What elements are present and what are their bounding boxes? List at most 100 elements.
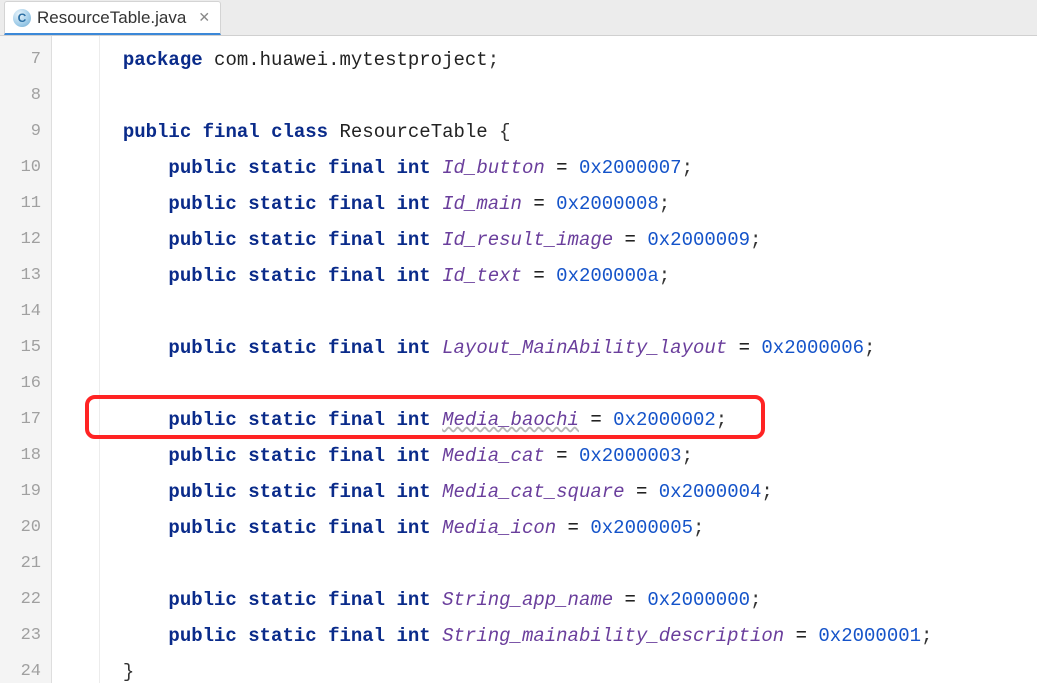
keyword-token: int bbox=[397, 445, 431, 467]
code-line[interactable]: public static final int String_mainabili… bbox=[100, 618, 1037, 654]
class-name: ResourceTable bbox=[339, 121, 499, 143]
punctuation: ; bbox=[761, 481, 772, 503]
line-number-gutter: 789101112131415161718192021222324 bbox=[0, 36, 52, 683]
code-line[interactable]: public static final int Id_text = 0x2000… bbox=[100, 258, 1037, 294]
keyword-token: static bbox=[248, 517, 316, 539]
keyword-token: final bbox=[328, 409, 385, 431]
code-area[interactable]: package com.huawei.mytestproject; public… bbox=[100, 36, 1037, 683]
line-number: 7 bbox=[0, 42, 51, 78]
line-number: 24 bbox=[0, 654, 51, 683]
keyword-token: int bbox=[397, 337, 431, 359]
hex-literal: 0x2000004 bbox=[659, 481, 762, 503]
line-number: 21 bbox=[0, 546, 51, 582]
code-editor[interactable]: 789101112131415161718192021222324 packag… bbox=[0, 36, 1037, 683]
close-icon[interactable]: ✕ bbox=[198, 9, 210, 26]
keyword-token: public bbox=[168, 625, 236, 647]
tab-bar: C ResourceTable.java ✕ bbox=[0, 0, 1037, 36]
keyword-token: public bbox=[168, 409, 236, 431]
line-number: 22 bbox=[0, 582, 51, 618]
code-line[interactable]: public static final int Layout_MainAbili… bbox=[100, 330, 1037, 366]
field-name: Id_result_image bbox=[442, 229, 613, 251]
field-name: Id_text bbox=[442, 265, 522, 287]
keyword-token: static bbox=[248, 157, 316, 179]
code-line[interactable] bbox=[100, 78, 1037, 114]
code-line[interactable]: public static final int Id_result_image … bbox=[100, 222, 1037, 258]
keyword-token: int bbox=[397, 481, 431, 503]
field-name: Media_icon bbox=[442, 517, 556, 539]
punctuation: ; bbox=[682, 445, 693, 467]
keyword-token: static bbox=[248, 337, 316, 359]
keyword-token: final bbox=[328, 265, 385, 287]
code-line[interactable] bbox=[100, 546, 1037, 582]
punctuation: { bbox=[499, 121, 510, 143]
hex-literal: 0x2000001 bbox=[818, 625, 921, 647]
field-name: String_mainability_description bbox=[442, 625, 784, 647]
keyword-token: static bbox=[248, 409, 316, 431]
keyword-token: final bbox=[328, 481, 385, 503]
keyword-token: public bbox=[168, 445, 236, 467]
file-tab[interactable]: C ResourceTable.java ✕ bbox=[4, 1, 221, 35]
field-name: Layout_MainAbility_layout bbox=[442, 337, 727, 359]
keyword-token: final bbox=[328, 625, 385, 647]
keyword-token: static bbox=[248, 193, 316, 215]
hex-literal: 0x2000005 bbox=[590, 517, 693, 539]
code-line[interactable]: public final class ResourceTable { bbox=[100, 114, 1037, 150]
code-line[interactable]: package com.huawei.mytestproject; bbox=[100, 42, 1037, 78]
keyword-token: public bbox=[168, 265, 236, 287]
keyword-token: int bbox=[397, 625, 431, 647]
code-line[interactable]: public static final int Media_cat = 0x20… bbox=[100, 438, 1037, 474]
hex-literal: 0x2000006 bbox=[761, 337, 864, 359]
keyword-token: static bbox=[248, 265, 316, 287]
keyword-token: static bbox=[248, 445, 316, 467]
keyword-token: final bbox=[328, 229, 385, 251]
punctuation: ; bbox=[750, 589, 761, 611]
keyword-token: final bbox=[328, 193, 385, 215]
hex-literal: 0x2000002 bbox=[613, 409, 716, 431]
keyword-token: public bbox=[168, 157, 236, 179]
code-line[interactable] bbox=[100, 294, 1037, 330]
line-number: 13 bbox=[0, 258, 51, 294]
line-number: 23 bbox=[0, 618, 51, 654]
punctuation: ; bbox=[864, 337, 875, 359]
punctuation: } bbox=[123, 661, 134, 683]
line-number: 10 bbox=[0, 150, 51, 186]
line-number: 9 bbox=[0, 114, 51, 150]
code-line[interactable]: public static final int Id_main = 0x2000… bbox=[100, 186, 1037, 222]
keyword-token: class bbox=[271, 121, 328, 143]
line-number: 17 bbox=[0, 402, 51, 438]
keyword-token: public bbox=[168, 193, 236, 215]
code-line[interactable]: public static final int Media_cat_square… bbox=[100, 474, 1037, 510]
hex-literal: 0x2000009 bbox=[647, 229, 750, 251]
tab-filename: ResourceTable.java bbox=[37, 8, 186, 28]
line-number: 15 bbox=[0, 330, 51, 366]
code-line[interactable]: } bbox=[100, 654, 1037, 683]
keyword-token: final bbox=[328, 337, 385, 359]
code-line[interactable]: public static final int Media_icon = 0x2… bbox=[100, 510, 1037, 546]
keyword-token: public bbox=[168, 481, 236, 503]
punctuation: ; bbox=[921, 625, 932, 647]
code-line[interactable]: public static final int Media_baochi = 0… bbox=[100, 402, 1037, 438]
keyword-token: int bbox=[397, 409, 431, 431]
code-line[interactable]: public static final int Id_button = 0x20… bbox=[100, 150, 1037, 186]
field-name: Id_main bbox=[442, 193, 522, 215]
keyword-token: public bbox=[168, 589, 236, 611]
hex-literal: 0x2000007 bbox=[579, 157, 682, 179]
punctuation: ; bbox=[693, 517, 704, 539]
code-line[interactable]: public static final int String_app_name … bbox=[100, 582, 1037, 618]
punctuation: ; bbox=[659, 265, 670, 287]
field-name: Id_button bbox=[442, 157, 545, 179]
line-number: 8 bbox=[0, 78, 51, 114]
line-number: 14 bbox=[0, 294, 51, 330]
keyword-token: static bbox=[248, 589, 316, 611]
field-name: Media_cat_square bbox=[442, 481, 624, 503]
code-line[interactable] bbox=[100, 366, 1037, 402]
hex-literal: 0x2000008 bbox=[556, 193, 659, 215]
gutter-margin bbox=[52, 36, 100, 683]
keyword-token: int bbox=[397, 193, 431, 215]
punctuation: ; bbox=[488, 49, 499, 71]
keyword-token: public bbox=[168, 337, 236, 359]
line-number: 19 bbox=[0, 474, 51, 510]
line-number: 11 bbox=[0, 186, 51, 222]
keyword-token: final bbox=[203, 121, 260, 143]
hex-literal: 0x2000003 bbox=[579, 445, 682, 467]
